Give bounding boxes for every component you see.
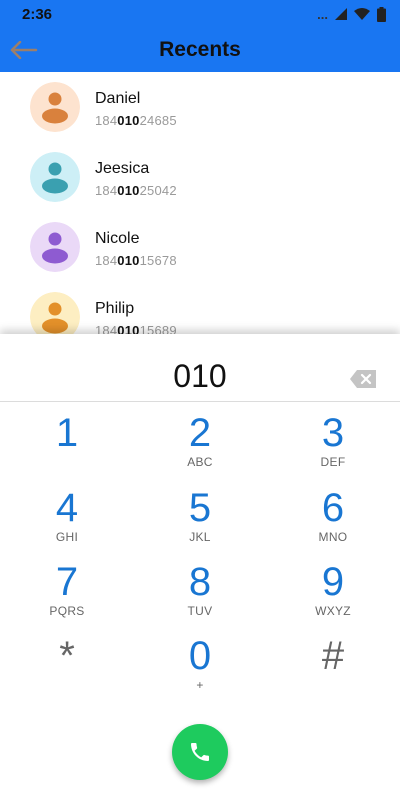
- key-digit: *: [59, 634, 75, 678]
- contact-number: 18401024685: [95, 113, 177, 128]
- key-digit: 9: [321, 560, 345, 604]
- dialpad-key-7[interactable]: 7 PQRS: [7, 561, 127, 631]
- person-icon: [30, 292, 80, 334]
- dialpad-key-star[interactable]: *: [7, 635, 127, 705]
- avatar: [30, 292, 80, 334]
- status-time: 2:36: [22, 5, 53, 23]
- key-digit: 5: [188, 486, 212, 530]
- key-letters: +: [196, 678, 204, 692]
- dialpad-key-8[interactable]: 8 TUV: [140, 561, 260, 631]
- notification-dots: ...: [317, 6, 328, 22]
- dialed-number[interactable]: 010: [0, 358, 400, 395]
- dialpad-key-4[interactable]: 4 GHI: [7, 487, 127, 557]
- dialpad-key-0[interactable]: 0 +: [140, 635, 260, 705]
- dialpad-key-1[interactable]: 1: [7, 412, 127, 482]
- page-title: Recents: [159, 38, 241, 61]
- avatar: [30, 222, 80, 272]
- person-icon: [30, 222, 80, 272]
- contact-item[interactable]: Jeesica 18401025042: [0, 152, 400, 212]
- phone-icon: [191, 743, 209, 761]
- key-digit: 7: [55, 560, 79, 604]
- contact-number: 18401015689: [95, 323, 177, 334]
- key-letters: WXYZ: [315, 604, 351, 618]
- signal-icon: [335, 8, 347, 20]
- key-digit: 2: [188, 411, 212, 455]
- contact-name: Jeesica: [95, 160, 150, 177]
- dialpad-key-9[interactable]: 9 WXYZ: [273, 561, 393, 631]
- key-letters: GHI: [55, 530, 79, 544]
- status-icons: ...: [317, 6, 386, 22]
- key-digit: 1: [55, 411, 79, 455]
- back-button[interactable]: [10, 38, 38, 62]
- key-letters: TUV: [187, 604, 213, 618]
- wifi-icon: [354, 8, 370, 20]
- backspace-icon[interactable]: [350, 370, 376, 388]
- recents-list[interactable]: Daniel 18401024685 Jeesica 18401025042 N…: [0, 72, 400, 334]
- dialpad-key-3[interactable]: 3 DEF: [273, 412, 393, 482]
- status-bar: 2:36 ...: [0, 0, 400, 28]
- key-letters: PQRS: [49, 604, 85, 618]
- key-letters: MNO: [318, 530, 348, 544]
- person-icon: [30, 152, 80, 202]
- key-digit: #: [321, 634, 345, 678]
- dial-entry: 010: [0, 334, 400, 402]
- dialpad-key-hash[interactable]: #: [273, 635, 393, 705]
- dialpad-key-5[interactable]: 5 JKL: [140, 487, 260, 557]
- person-icon: [30, 82, 80, 132]
- avatar: [30, 152, 80, 202]
- contact-number: 18401025042: [95, 183, 177, 198]
- key-letters: JKL: [189, 530, 211, 544]
- key-digit: 0: [188, 634, 212, 678]
- contact-item[interactable]: Philip 18401015689: [0, 292, 400, 334]
- contact-name: Nicole: [95, 230, 140, 247]
- dialpad-key-6[interactable]: 6 MNO: [273, 487, 393, 557]
- key-digit: 3: [321, 411, 345, 455]
- key-letters: ABC: [187, 455, 213, 469]
- key-digit: 6: [321, 486, 345, 530]
- battery-icon: [377, 6, 386, 22]
- avatar: [30, 82, 80, 132]
- key-digit: 4: [55, 486, 79, 530]
- app-bar: Recents: [0, 28, 400, 72]
- contact-name: Philip: [95, 300, 135, 317]
- contact-number: 18401015678: [95, 253, 177, 268]
- call-button[interactable]: [172, 724, 228, 780]
- key-digit: 8: [188, 560, 212, 604]
- contact-item[interactable]: Daniel 18401024685: [0, 82, 400, 142]
- dialpad-key-2[interactable]: 2 ABC: [140, 412, 260, 482]
- contact-item[interactable]: Nicole 18401015678: [0, 222, 400, 282]
- contact-name: Daniel: [95, 90, 141, 107]
- key-letters: DEF: [320, 455, 346, 469]
- arrow-back-icon: [10, 41, 38, 59]
